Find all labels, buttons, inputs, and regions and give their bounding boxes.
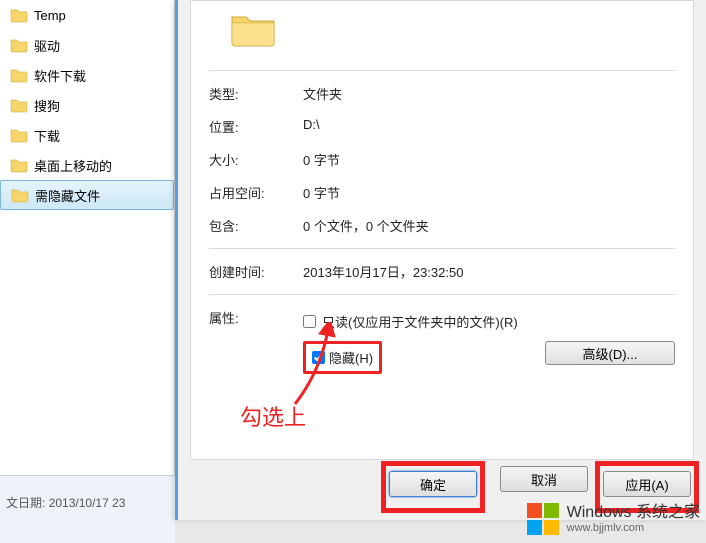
folder-icon xyxy=(10,97,28,113)
status-date-value: 2013/10/17 23 xyxy=(49,496,126,510)
tree-item-label: 下载 xyxy=(34,126,60,145)
tree-item-label: 需隐藏文件 xyxy=(35,186,100,205)
dialog-content: 类型: 文件夹 位置: D:\ 大小: 0 字节 占用空间: 0 字节 包含: … xyxy=(190,0,694,460)
status-date-label: 文日期: xyxy=(6,496,45,510)
explorer-status-bar: 文日期: 2013/10/17 23 xyxy=(0,475,175,543)
hidden-label: 隐藏(H) xyxy=(329,348,373,367)
readonly-label: 只读(仅应用于文件夹中的文件)(R) xyxy=(322,312,518,331)
location-label: 位置: xyxy=(209,117,303,136)
properties-dialog: 类型: 文件夹 位置: D:\ 大小: 0 字节 占用空间: 0 字节 包含: … xyxy=(175,0,706,520)
tree-item-moved-from-desktop[interactable]: 桌面上移动的 xyxy=(0,150,174,180)
tree-item-hidden-files[interactable]: 需隐藏文件 xyxy=(0,180,174,210)
watermark-url: www.bjjmlv.com xyxy=(567,522,700,534)
created-value: 2013年10月17日，23:32:50 xyxy=(303,262,675,281)
tree-item-label: 驱动 xyxy=(34,36,60,55)
folder-icon xyxy=(10,7,28,23)
location-value: D:\ xyxy=(303,117,675,136)
folder-icon xyxy=(10,67,28,83)
advanced-button[interactable]: 高级(D)... xyxy=(545,341,675,365)
size-value: 0 字节 xyxy=(303,150,675,169)
large-folder-icon xyxy=(229,38,277,52)
prop-contains: 包含: 0 个文件，0 个文件夹 xyxy=(209,209,675,242)
readonly-checkbox[interactable] xyxy=(303,315,316,328)
attr-label: 属性: xyxy=(209,308,303,374)
tree-item-temp[interactable]: Temp xyxy=(0,0,174,30)
folder-icon xyxy=(10,157,28,173)
apply-button[interactable]: 应用(A) xyxy=(603,471,691,497)
size-label: 大小: xyxy=(209,150,303,169)
created-label: 创建时间: xyxy=(209,262,303,281)
folder-icon xyxy=(10,37,28,53)
hidden-checkbox-highlight: 隐藏(H) xyxy=(303,341,382,374)
disk-value: 0 字节 xyxy=(303,183,675,202)
ok-button-highlight: 确定 xyxy=(386,466,480,508)
watermark: Windows 系统之家 www.bjjmlv.com xyxy=(525,501,700,537)
folder-icon xyxy=(11,187,29,203)
cancel-button[interactable]: 取消 xyxy=(500,466,588,492)
tree-item-downloads[interactable]: 下载 xyxy=(0,120,174,150)
separator xyxy=(209,70,675,71)
prop-size: 大小: 0 字节 xyxy=(209,143,675,176)
prop-attributes: 属性: 只读(仅应用于文件夹中的文件)(R) 隐藏(H) 高级(D)... xyxy=(209,301,675,381)
tree-item-drivers[interactable]: 驱动 xyxy=(0,30,174,60)
prop-created: 创建时间: 2013年10月17日，23:32:50 xyxy=(209,255,675,288)
contains-value: 0 个文件，0 个文件夹 xyxy=(303,216,675,235)
windows-logo-icon xyxy=(525,501,561,537)
tree-item-label: 软件下载 xyxy=(34,66,86,85)
tree-item-label: 搜狗 xyxy=(34,96,60,115)
prop-type: 类型: 文件夹 xyxy=(209,77,675,110)
prop-location: 位置: D:\ xyxy=(209,110,675,143)
tree-item-sogou[interactable]: 搜狗 xyxy=(0,90,174,120)
contains-label: 包含: xyxy=(209,216,303,235)
watermark-title: Windows 系统之家 xyxy=(567,504,700,522)
annotation-text: 勾选上 xyxy=(240,400,306,432)
type-label: 类型: xyxy=(209,84,303,103)
hidden-checkbox[interactable] xyxy=(312,351,325,364)
tree-item-downloads-soft[interactable]: 软件下载 xyxy=(0,60,174,90)
folder-icon xyxy=(10,127,28,143)
disk-label: 占用空间: xyxy=(209,183,303,202)
separator xyxy=(209,248,675,249)
tree-item-label: Temp xyxy=(34,8,66,23)
folder-preview xyxy=(209,1,675,64)
separator xyxy=(209,294,675,295)
prop-disk: 占用空间: 0 字节 xyxy=(209,176,675,209)
ok-button[interactable]: 确定 xyxy=(389,471,477,497)
tree-item-label: 桌面上移动的 xyxy=(34,156,112,175)
readonly-row: 只读(仅应用于文件夹中的文件)(R) xyxy=(303,308,675,335)
type-value: 文件夹 xyxy=(303,84,675,103)
explorer-tree-pane: Temp 驱动 软件下载 搜狗 下载 桌面上移动的 需隐藏文件 xyxy=(0,0,175,475)
